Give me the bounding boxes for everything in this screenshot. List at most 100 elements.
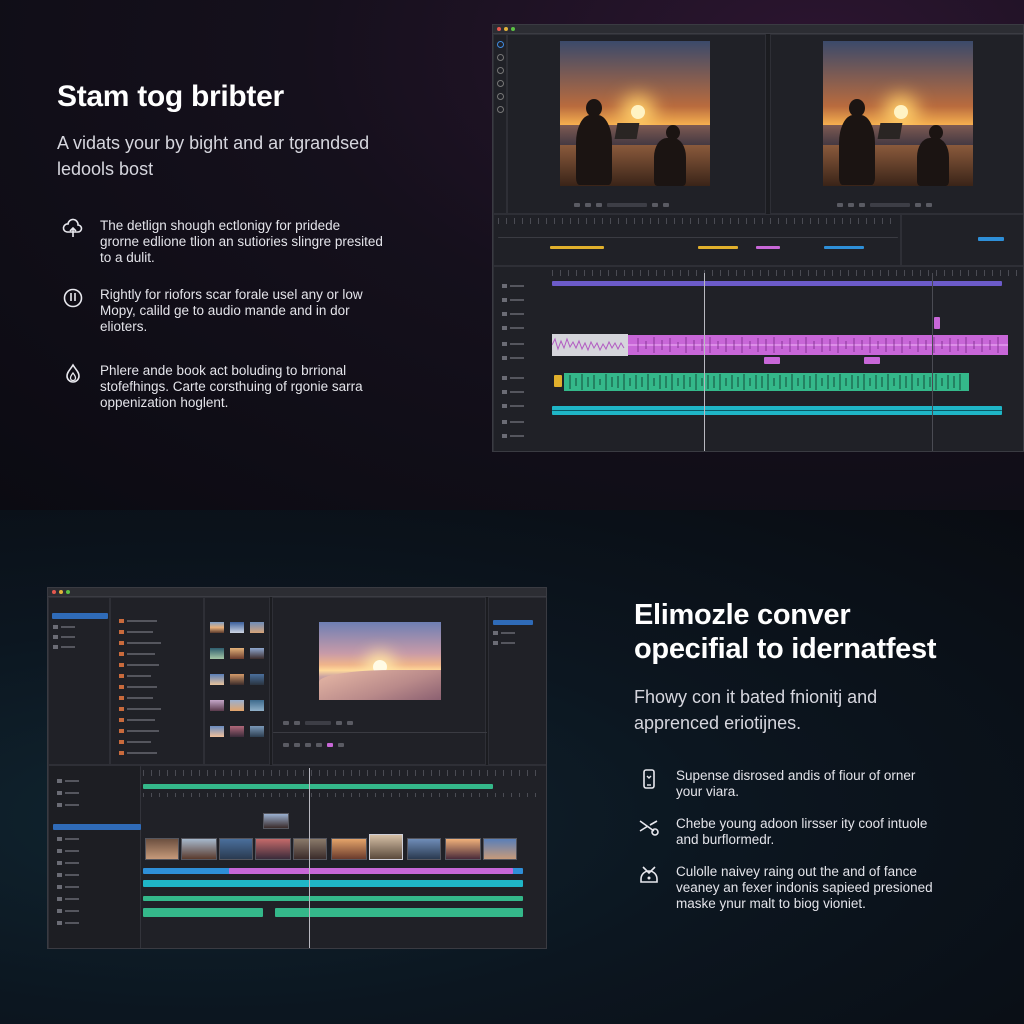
media-thumbnail[interactable] xyxy=(250,648,264,659)
media-thumbnail[interactable] xyxy=(210,648,224,659)
media-thumbnail[interactable] xyxy=(250,674,264,685)
video-clip[interactable] xyxy=(483,838,517,860)
track-header[interactable] xyxy=(502,297,524,303)
media-thumbnail[interactable] xyxy=(210,622,224,633)
media-thumbnail[interactable] xyxy=(210,726,224,737)
mark-in-button[interactable] xyxy=(652,203,658,207)
edit-tool-button[interactable] xyxy=(283,743,289,747)
play-button[interactable] xyxy=(585,203,591,207)
minimize-window-button[interactable] xyxy=(59,590,63,594)
browser-item[interactable] xyxy=(119,684,157,690)
browser-item[interactable] xyxy=(119,728,159,734)
browser-item[interactable] xyxy=(119,695,153,701)
track-header[interactable] xyxy=(57,884,79,890)
maximize-window-button[interactable] xyxy=(511,27,515,31)
browser-item[interactable] xyxy=(119,618,157,624)
track-header[interactable] xyxy=(502,433,524,439)
track-header[interactable] xyxy=(57,896,79,902)
audio-clip-white[interactable] xyxy=(552,334,628,356)
audio-clip-cyan[interactable] xyxy=(143,880,523,887)
media-thumbnail[interactable] xyxy=(230,648,244,659)
color-tool-button[interactable] xyxy=(327,743,333,747)
media-thumbnail[interactable] xyxy=(250,726,264,737)
audio-marker[interactable] xyxy=(764,357,780,364)
track-header[interactable] xyxy=(502,389,524,395)
audio-clip-green[interactable] xyxy=(275,908,523,917)
video-clip[interactable] xyxy=(145,838,179,860)
video-clip-thumbnail[interactable] xyxy=(263,813,289,829)
track-header[interactable] xyxy=(502,311,524,317)
video-clip[interactable] xyxy=(255,838,291,860)
browser-item[interactable] xyxy=(119,651,155,657)
rewind-button[interactable] xyxy=(283,721,289,725)
hand-tool-icon[interactable] xyxy=(497,80,504,87)
media-thumbnail[interactable] xyxy=(230,726,244,737)
video-clip[interactable] xyxy=(331,838,367,860)
select-tool-icon[interactable] xyxy=(497,41,504,48)
edit-tool-button[interactable] xyxy=(316,743,322,747)
edit-tool-button[interactable] xyxy=(305,743,311,747)
browser-item[interactable] xyxy=(119,717,155,723)
media-thumbnail[interactable] xyxy=(250,700,264,711)
track-header[interactable] xyxy=(57,778,79,784)
timeline-title-clip[interactable] xyxy=(143,784,493,789)
timeline-top-clip[interactable] xyxy=(552,281,1002,286)
track-header[interactable] xyxy=(502,403,524,409)
browser-item[interactable] xyxy=(119,739,151,745)
track-header[interactable] xyxy=(57,920,79,926)
media-thumbnail[interactable] xyxy=(250,622,264,633)
track-header[interactable] xyxy=(502,325,524,331)
forward-button[interactable] xyxy=(859,203,865,207)
audio-clip-magenta[interactable] xyxy=(628,333,1008,357)
video-clip[interactable] xyxy=(293,838,327,860)
track-header[interactable] xyxy=(57,860,79,866)
track-header[interactable] xyxy=(502,341,524,347)
rewind-button[interactable] xyxy=(574,203,580,207)
browser-item[interactable] xyxy=(119,640,161,646)
browser-item[interactable] xyxy=(119,662,159,668)
audio-marker[interactable] xyxy=(864,357,880,364)
edit-tool-button[interactable] xyxy=(294,743,300,747)
track-header[interactable] xyxy=(57,802,79,808)
timeline-playhead[interactable] xyxy=(309,768,310,948)
audio-clip-green[interactable] xyxy=(564,371,969,393)
library-item[interactable] xyxy=(53,624,75,630)
track-header[interactable] xyxy=(57,848,79,854)
media-thumbnail[interactable] xyxy=(230,674,244,685)
forward-button[interactable] xyxy=(596,203,602,207)
media-thumbnail[interactable] xyxy=(230,700,244,711)
rewind-button[interactable] xyxy=(837,203,843,207)
edit-tool-button[interactable] xyxy=(338,743,344,747)
library-item[interactable] xyxy=(53,644,75,650)
track-header[interactable] xyxy=(57,790,79,796)
audio-marker[interactable] xyxy=(554,375,562,387)
video-clip[interactable] xyxy=(219,838,253,860)
forward-button[interactable] xyxy=(336,721,342,725)
inspector-item[interactable] xyxy=(493,630,515,636)
media-thumbnail[interactable] xyxy=(230,622,244,633)
inspector-selected-item[interactable] xyxy=(978,237,1004,241)
close-window-button[interactable] xyxy=(52,590,56,594)
browser-item[interactable] xyxy=(119,673,151,679)
audio-marker[interactable] xyxy=(934,317,940,329)
play-button[interactable] xyxy=(294,721,300,725)
timeline-sidebar-selected[interactable] xyxy=(53,824,141,830)
video-clip[interactable] xyxy=(407,838,441,860)
close-window-button[interactable] xyxy=(497,27,501,31)
track-header[interactable] xyxy=(502,355,524,361)
video-clip[interactable] xyxy=(181,838,217,860)
browser-item[interactable] xyxy=(119,750,157,756)
media-thumbnail[interactable] xyxy=(210,700,224,711)
audio-clip-green[interactable] xyxy=(143,908,263,917)
track-header[interactable] xyxy=(57,908,79,914)
mark-out-button[interactable] xyxy=(926,203,932,207)
browser-item[interactable] xyxy=(119,706,161,712)
track-header[interactable] xyxy=(502,375,524,381)
mark-in-button[interactable] xyxy=(347,721,353,725)
inspector-item[interactable] xyxy=(493,640,515,646)
play-button[interactable] xyxy=(848,203,854,207)
audio-clip-green[interactable] xyxy=(143,896,523,901)
mark-out-button[interactable] xyxy=(663,203,669,207)
video-clip-selected[interactable] xyxy=(369,834,403,860)
blade-tool-icon[interactable] xyxy=(497,54,504,61)
